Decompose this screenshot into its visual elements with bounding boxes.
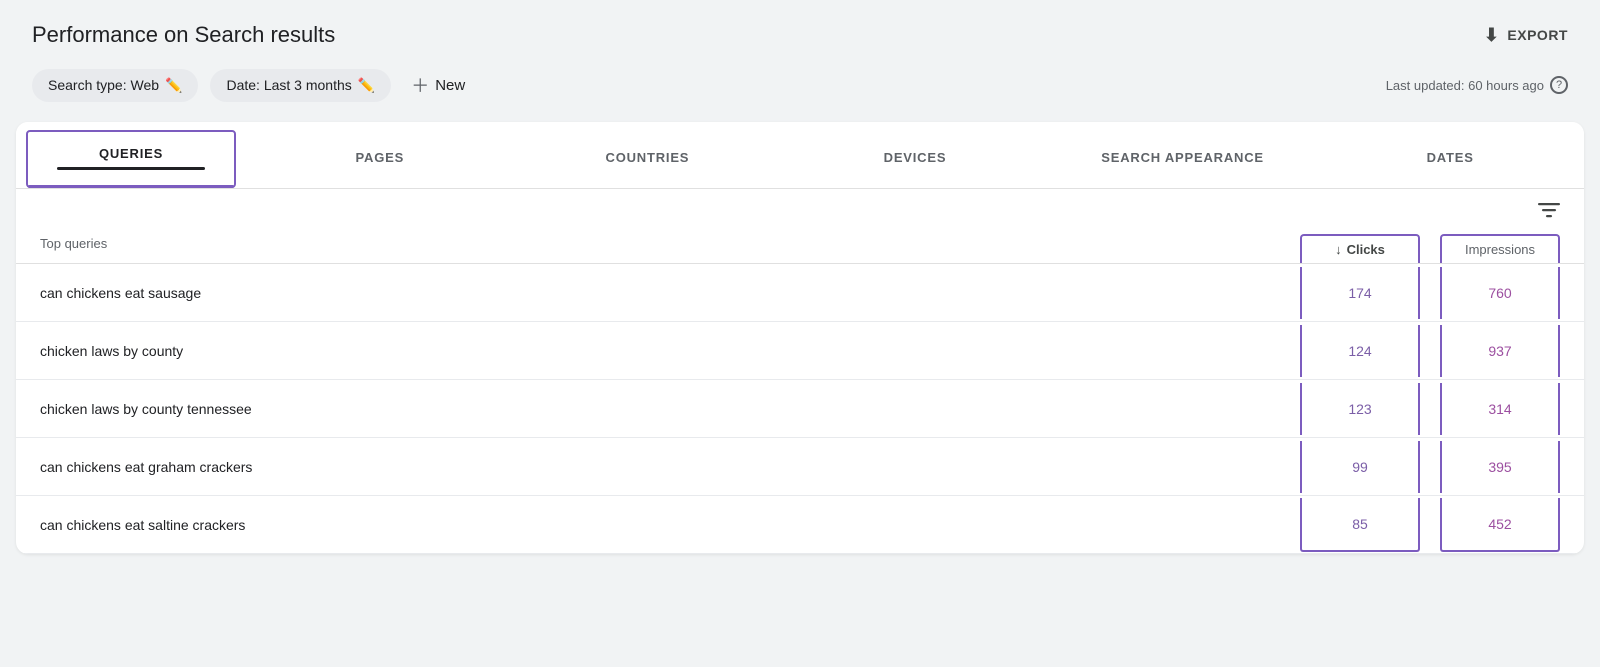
table: Top queries ↓ Clicks Impressions can chi… [16, 228, 1584, 554]
help-icon[interactable]: ? [1550, 76, 1568, 94]
table-row[interactable]: can chickens eat sausage 174 760 [16, 264, 1584, 322]
edit-icon-date: ✏️ [358, 77, 375, 94]
edit-icon: ✏️ [165, 77, 182, 94]
row-impressions: 937 [1440, 325, 1560, 377]
export-button[interactable]: ⬇ EXPORT [1484, 25, 1568, 46]
row-query: chicken laws by county tennessee [40, 401, 1300, 417]
row-clicks: 124 [1300, 325, 1420, 377]
tab-dates[interactable]: DATES [1316, 122, 1584, 188]
export-icon: ⬇ [1484, 25, 1500, 46]
page: Performance on Search results ⬇ EXPORT S… [0, 0, 1600, 667]
sort-arrow-icon: ↓ [1335, 242, 1342, 257]
table-body: can chickens eat sausage 174 760 chicken… [16, 264, 1584, 554]
impressions-column-header[interactable]: Impressions [1440, 234, 1560, 263]
header: Performance on Search results ⬇ EXPORT [0, 0, 1600, 64]
row-clicks: 174 [1300, 267, 1420, 319]
tab-devices[interactable]: DEVICES [781, 122, 1049, 188]
search-type-filter[interactable]: Search type: Web ✏️ [32, 69, 198, 102]
row-query: can chickens eat saltine crackers [40, 517, 1300, 533]
row-query: can chickens eat sausage [40, 285, 1300, 301]
tab-countries[interactable]: COUNTRIES [514, 122, 782, 188]
clicks-column-header[interactable]: ↓ Clicks [1300, 234, 1420, 263]
row-clicks: 85 [1300, 498, 1420, 552]
plus-icon: ＋ [411, 72, 429, 98]
tab-underline [57, 167, 206, 170]
page-title: Performance on Search results [32, 22, 335, 48]
row-query: can chickens eat graham crackers [40, 459, 1300, 475]
table-header: Top queries ↓ Clicks Impressions [16, 228, 1584, 264]
filter-bar: Search type: Web ✏️ Date: Last 3 months … [0, 64, 1600, 122]
row-impressions: 314 [1440, 383, 1560, 435]
row-impressions: 452 [1440, 498, 1560, 552]
main-card: QUERIES PAGES COUNTRIES DEVICES SEARCH A… [16, 122, 1584, 554]
row-query: chicken laws by county [40, 343, 1300, 359]
tabs-row: QUERIES PAGES COUNTRIES DEVICES SEARCH A… [16, 122, 1584, 189]
last-updated-label: Last updated: 60 hours ago ? [1386, 76, 1568, 94]
table-row[interactable]: chicken laws by county tennessee 123 314 [16, 380, 1584, 438]
new-filter-button[interactable]: ＋ New [403, 64, 473, 106]
top-queries-label: Top queries [40, 236, 1300, 263]
tab-queries[interactable]: QUERIES [26, 130, 236, 188]
table-row[interactable]: chicken laws by county 124 937 [16, 322, 1584, 380]
filter-icon-row [16, 189, 1584, 228]
date-filter[interactable]: Date: Last 3 months ✏️ [210, 69, 391, 102]
row-impressions: 395 [1440, 441, 1560, 493]
filter-lines-button[interactable] [1538, 201, 1560, 224]
tab-search-appearance[interactable]: SEARCH APPEARANCE [1049, 122, 1317, 188]
row-clicks: 123 [1300, 383, 1420, 435]
table-row[interactable]: can chickens eat graham crackers 99 395 [16, 438, 1584, 496]
row-impressions: 760 [1440, 267, 1560, 319]
table-row[interactable]: can chickens eat saltine crackers 85 452 [16, 496, 1584, 554]
tab-pages[interactable]: PAGES [246, 122, 514, 188]
row-clicks: 99 [1300, 441, 1420, 493]
